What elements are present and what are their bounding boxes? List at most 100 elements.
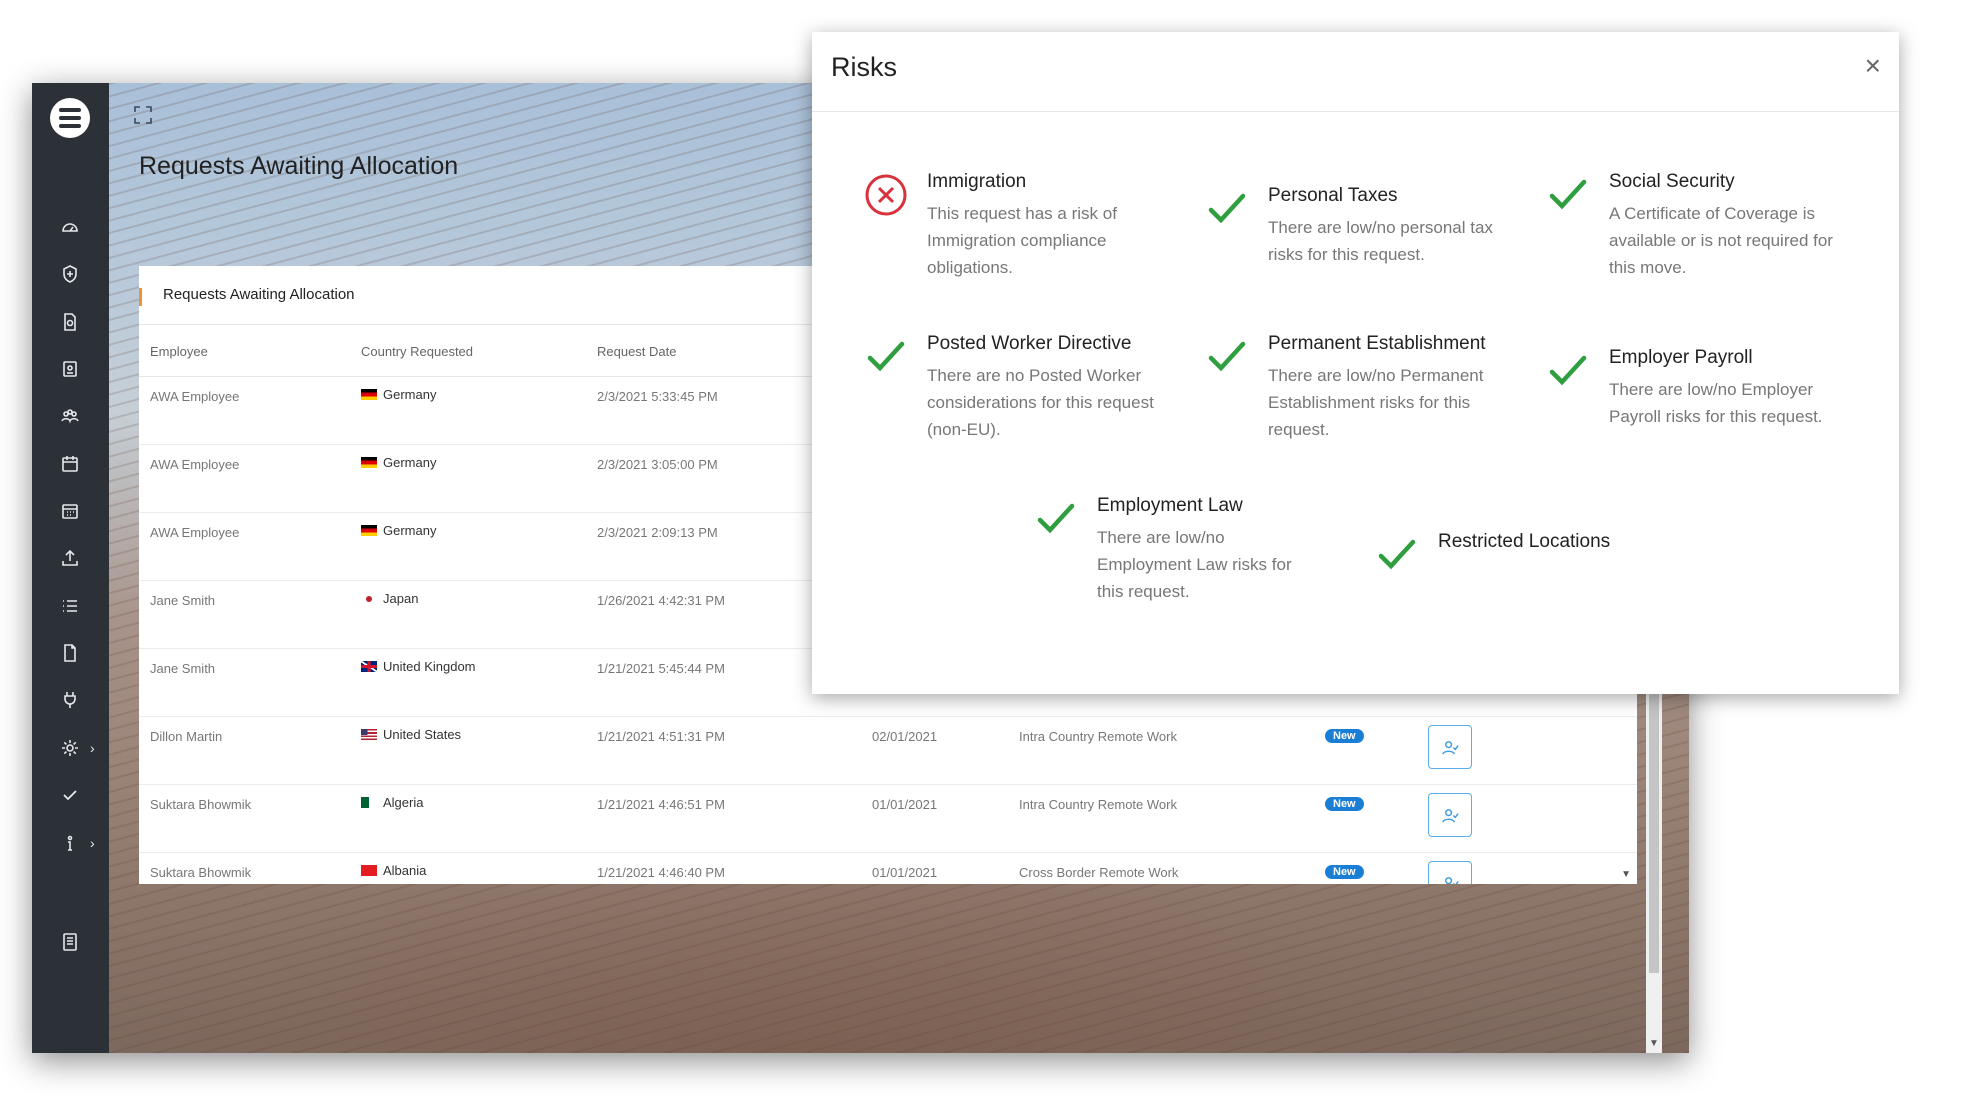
modal-title: Risks [831, 52, 897, 82]
cell-request-date: 1/21/2021 4:51:31 PM [597, 729, 725, 744]
assign-user-button[interactable] [1428, 861, 1472, 884]
risk-description: There are low/no personal tax risks for … [1268, 218, 1493, 264]
japan-flag-icon [361, 593, 377, 604]
country-name: Albania [383, 863, 427, 878]
fullscreen-icon[interactable] [133, 105, 153, 125]
cell-request-date: 1/21/2021 4:46:51 PM [597, 797, 725, 812]
x-circle-icon [863, 172, 909, 218]
assign-user-button[interactable] [1428, 725, 1472, 769]
risk-description: There are low/no Employment Law risks fo… [1097, 528, 1292, 601]
check-icon [1545, 348, 1591, 394]
cell-request-type: Intra Country Remote Work [1019, 729, 1177, 744]
germany-flag-icon [361, 389, 377, 400]
list-icon[interactable] [60, 596, 80, 616]
status-badge: New [1325, 729, 1364, 743]
cell-country: Japan [361, 591, 418, 606]
cell-employee: Dillon Martin [150, 729, 223, 744]
cell-request-date: 1/21/2021 4:46:40 PM [597, 865, 725, 880]
cell-start-date: 02/01/2021 [872, 729, 938, 744]
status-badge: New [1325, 797, 1364, 811]
cell-country: Algeria [361, 795, 423, 810]
gear-icon[interactable] [60, 738, 80, 758]
shield-icon[interactable] [60, 264, 80, 284]
chevron-right-icon[interactable]: › [90, 833, 95, 853]
cell-country: Germany [361, 387, 436, 402]
sidebar: › › [32, 83, 109, 1053]
check-icon[interactable] [60, 785, 80, 805]
scroll-down-arrow-icon[interactable]: ▼ [1621, 869, 1631, 880]
table-row[interactable]: Suktara Bhowmik Albania 1/21/2021 4:46:40 … [139, 853, 1637, 884]
cell-employee: AWA Employee [150, 525, 240, 540]
cell-employee: Jane Smith [150, 661, 216, 676]
risk-description: There are low/no Permanent Establishment… [1268, 366, 1484, 439]
cell-country: Albania [361, 863, 426, 878]
check-icon [1204, 334, 1250, 380]
cell-employee: Jane Smith [150, 593, 216, 608]
modal-header: Risks × [812, 32, 1899, 112]
table-row[interactable]: Dillon Martin United States 1/21/2021 4:51… [139, 717, 1637, 785]
upload-icon[interactable] [60, 548, 80, 568]
risk-description: There are low/no Employer Payroll risks … [1609, 380, 1823, 426]
app-logo[interactable] [50, 98, 90, 138]
cell-employee: AWA Employee [150, 389, 240, 404]
cell-start-date: 01/01/2021 [872, 865, 938, 880]
close-button[interactable]: × [1865, 52, 1881, 80]
country-name: Germany [383, 387, 437, 402]
cell-country: Germany [361, 455, 436, 470]
algeria-flag-icon [361, 797, 377, 808]
country-name: Japan [383, 591, 419, 606]
panel-accent-bar [139, 288, 142, 306]
cell-country: Germany [361, 523, 436, 538]
column-header-request-date[interactable]: Request Date [597, 344, 677, 359]
check-icon [1374, 532, 1420, 578]
assign-user-button[interactable] [1428, 793, 1472, 837]
column-header-employee[interactable]: Employee [150, 344, 208, 359]
column-header-country[interactable]: Country Requested [361, 344, 473, 359]
dashboard-icon[interactable] [60, 217, 80, 237]
risk-description: A Certificate of Coverage is available o… [1609, 204, 1833, 277]
calendar-grid-icon[interactable] [60, 501, 80, 521]
cell-request-date: 2/3/2021 5:33:45 PM [597, 389, 718, 404]
status-badge: New [1325, 865, 1364, 879]
cell-country: United States [361, 727, 461, 742]
germany-flag-icon [361, 525, 377, 536]
table-row[interactable]: Suktara Bhowmik Algeria 1/21/2021 4:46:51 … [139, 785, 1637, 853]
cell-request-type: Cross Border Remote Work [1019, 865, 1179, 880]
page-title: Requests Awaiting Allocation [139, 152, 459, 180]
plug-icon[interactable] [60, 690, 80, 710]
cell-employee: AWA Employee [150, 457, 240, 472]
team-icon[interactable] [60, 406, 80, 426]
file-icon[interactable] [60, 643, 80, 663]
country-name: Algeria [383, 795, 424, 810]
country-name: United Kingdom [383, 659, 476, 674]
screenshot-stage: › › Requests Awaiting Allocation Request… [0, 0, 1962, 1117]
risk-title: Posted Worker Directive [927, 333, 1132, 354]
user-check-icon [1445, 877, 1459, 884]
cell-request-date: 2/3/2021 2:09:13 PM [597, 525, 718, 540]
usa-flag-icon [361, 729, 377, 740]
risk-title: Employer Payroll [1609, 347, 1753, 368]
calendar-icon[interactable] [60, 454, 80, 474]
cell-employee: Suktara Bhowmik [150, 797, 252, 812]
cell-start-date: 01/01/2021 [872, 797, 938, 812]
cell-request-date: 1/21/2021 5:45:44 PM [597, 661, 725, 676]
scrollbar-thumb[interactable] [1649, 683, 1659, 973]
chevron-right-icon[interactable]: › [90, 738, 95, 758]
country-name: Germany [383, 455, 437, 470]
cell-employee: Suktara Bhowmik [150, 865, 252, 880]
country-name: United States [383, 727, 462, 742]
cell-request-type: Intra Country Remote Work [1019, 797, 1177, 812]
book-icon[interactable] [60, 932, 80, 952]
scroll-down-arrow-icon[interactable]: ▼ [1649, 1038, 1659, 1049]
info-icon[interactable] [60, 833, 80, 853]
risk-title: Restricted Locations [1438, 531, 1611, 552]
page-scrollbar[interactable]: ▼ [1646, 683, 1662, 1053]
risk-description: There are no Posted Worker consideration… [927, 366, 1154, 439]
document-search-icon[interactable] [60, 312, 80, 332]
id-card-icon[interactable] [60, 359, 80, 379]
risk-title: Social Security [1609, 171, 1735, 192]
risk-description: This request has a risk of Immigration c… [927, 204, 1117, 277]
user-check-icon [1442, 809, 1459, 823]
check-icon [1204, 186, 1250, 232]
risk-title: Personal Taxes [1268, 185, 1398, 206]
